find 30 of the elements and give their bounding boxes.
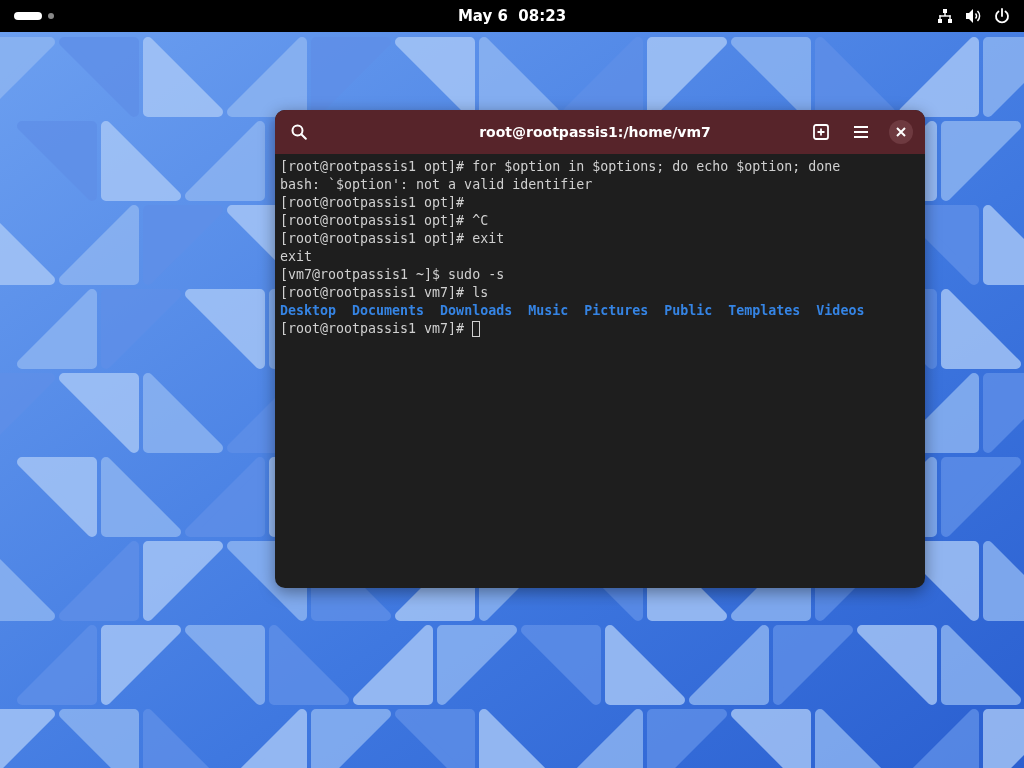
terminal-line: [root@rootpassis1 vm7]# ls — [280, 284, 490, 302]
terminal-line: [root@rootpassis1 opt]# — [280, 194, 466, 212]
close-icon — [896, 127, 906, 137]
workspace-dot-icon[interactable] — [48, 13, 54, 19]
directory-name: Videos — [816, 302, 865, 320]
terminal-line: [root@rootpassis1 opt]# for $option in $options; do echo $option; done — [280, 158, 842, 176]
directory-name: Public — [664, 302, 713, 320]
terminal-line: [vm7@rootpassis1 ~]$ sudo -s — [280, 266, 506, 284]
power-icon[interactable] — [994, 8, 1010, 24]
window-title: root@rootpassis1:/home/vm7 — [478, 124, 712, 140]
volume-icon[interactable] — [965, 8, 982, 24]
menu-icon — [853, 125, 869, 139]
network-icon[interactable] — [937, 8, 953, 24]
plus-square-icon — [813, 124, 829, 140]
text-cursor — [472, 321, 481, 337]
search-icon — [291, 124, 307, 140]
close-button[interactable] — [889, 120, 913, 144]
terminal-line: exit — [280, 248, 314, 266]
directory-name: Documents — [352, 302, 425, 320]
directory-name: Pictures — [584, 302, 649, 320]
directory-name: Desktop — [280, 302, 337, 320]
directory-name: Music — [528, 302, 569, 320]
terminal-prompt: [root@rootpassis1 vm7]# — [280, 320, 465, 338]
directory-name: Downloads — [440, 302, 513, 320]
terminal-line: [root@rootpassis1 opt]# ^C — [280, 212, 490, 230]
directory-name: Templates — [728, 302, 801, 320]
terminal-line: bash: `$option': not a valid identifier — [280, 176, 594, 194]
clock[interactable]: May 6 08:23 — [457, 7, 567, 25]
terminal-line: [root@rootpassis1 opt]# exit — [280, 230, 506, 248]
workspace-indicator-icon[interactable] — [14, 12, 42, 20]
